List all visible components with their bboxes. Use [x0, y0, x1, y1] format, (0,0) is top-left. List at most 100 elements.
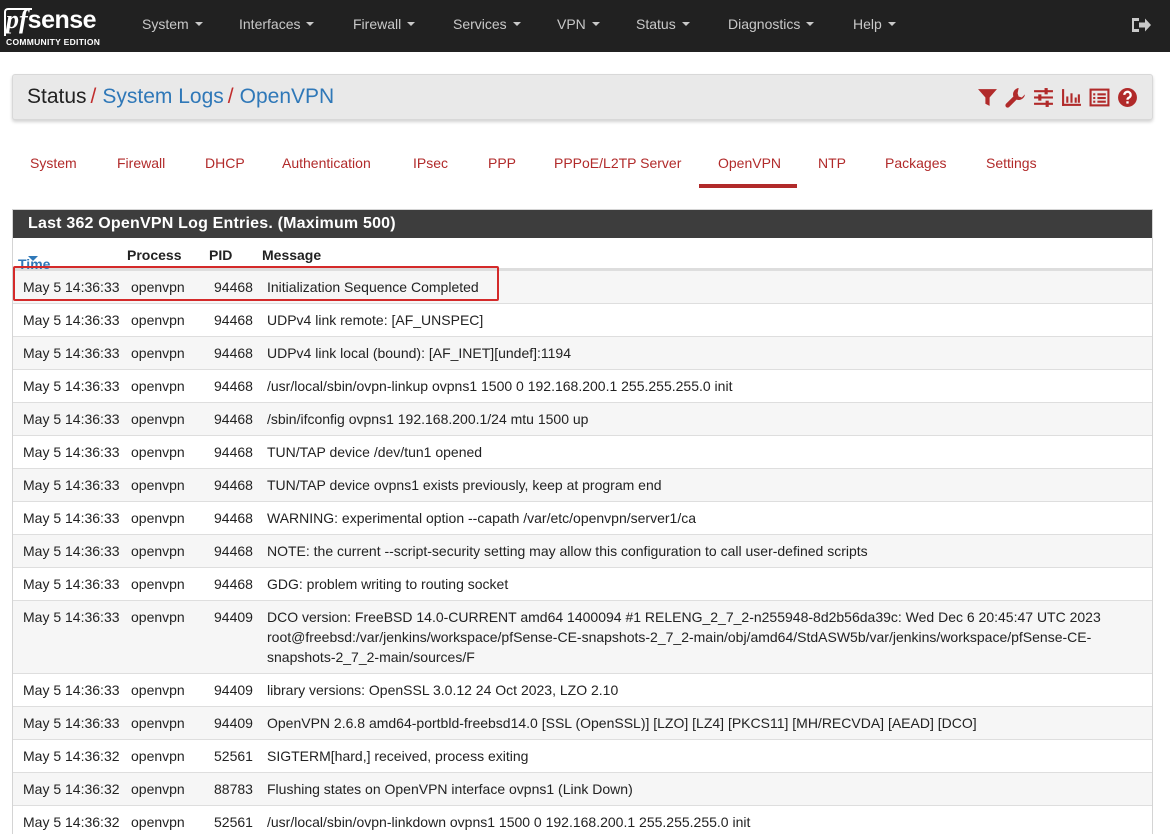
tab-ipsec[interactable]: IPsec [413, 155, 448, 171]
sign-out-icon[interactable] [1130, 14, 1152, 36]
nav-label: Diagnostics [728, 16, 801, 32]
log-cell-process: openvpn [131, 748, 185, 764]
log-cell-process: openvpn [131, 312, 185, 328]
column-header-process: Process [127, 247, 182, 263]
log-cell-time: May 5 14:36:33 [23, 715, 120, 731]
log-cell-message: Flushing states on OpenVPN interface ovp… [267, 781, 633, 797]
log-cell-process: openvpn [131, 345, 185, 361]
log-cell-time: May 5 14:36:33 [23, 576, 120, 592]
log-cell-message: UDPv4 link local (bound): [AF_INET][unde… [267, 345, 572, 361]
tab-ppp[interactable]: PPP [488, 155, 516, 171]
pfsense-logo[interactable]: pf sense COMMUNITY EDITION [4, 5, 116, 49]
caret-down-icon [887, 22, 896, 27]
log-row: May 5 14:36:33 openvpn 94468 TUN/TAP device… [13, 435, 1152, 468]
tab-ntp[interactable]: NTP [818, 155, 846, 171]
nav-menu-help[interactable]: Help [853, 0, 896, 52]
breadcrumb-separator: / [90, 85, 97, 108]
log-cell-message: library versions: OpenSSL 3.0.12 24 Oct … [267, 682, 619, 698]
bar-chart-icon[interactable] [1061, 87, 1082, 108]
list-icon[interactable] [1089, 87, 1110, 108]
log-panel-heading: Last 362 OpenVPN Log Entries. (Maximum 5… [13, 210, 1152, 238]
log-cell-process: openvpn [131, 378, 185, 394]
tab-firewall[interactable]: Firewall [117, 155, 165, 171]
log-cell-time: May 5 14:36:33 [23, 411, 120, 427]
sliders-icon[interactable] [1033, 87, 1054, 108]
breadcrumb: Status / System Logs / OpenVPN [27, 75, 334, 119]
log-cell-pid: 94468 [214, 378, 253, 394]
log-cell-pid: 94468 [214, 345, 253, 361]
nav-menu-services[interactable]: Services [453, 0, 521, 52]
log-cell-time: May 5 14:36:33 [23, 477, 120, 493]
nav-menu-status[interactable]: Status [636, 0, 690, 52]
log-row: May 5 14:36:33 openvpn 94409 OpenVPN 2.6.8 … [13, 706, 1152, 739]
log-cell-pid: 94409 [214, 609, 253, 625]
log-cell-pid: 94468 [214, 477, 253, 493]
tab-packages[interactable]: Packages [885, 155, 946, 171]
log-cell-process: openvpn [131, 576, 185, 592]
log-row: May 5 14:36:33 openvpn 94409 DCO version: F… [13, 600, 1152, 673]
log-cell-process: openvpn [131, 814, 185, 830]
log-cell-time: May 5 14:36:32 [23, 748, 120, 764]
tab-pppoe-l2tp-server[interactable]: PPPoE/L2TP Server [554, 155, 681, 171]
column-header-pid: PID [209, 247, 233, 263]
column-header-message: Message [262, 247, 322, 263]
log-cell-pid: 94468 [214, 312, 253, 328]
log-cell-pid: 94468 [214, 543, 253, 559]
logo-edition-text: COMMUNITY EDITION [6, 37, 101, 47]
log-cell-time: May 5 14:36:33 [23, 279, 120, 295]
log-cell-pid: 94468 [214, 411, 253, 427]
log-cell-process: openvpn [131, 279, 185, 295]
tab-authentication[interactable]: Authentication [282, 155, 371, 171]
top-navbar: pf sense COMMUNITY EDITION System Interfa… [0, 0, 1170, 52]
wrench-icon[interactable] [1005, 87, 1026, 108]
log-cell-time: May 5 14:36:33 [23, 345, 120, 361]
log-cell-message: OpenVPN 2.6.8 amd64-portbld-freebsd14.0 … [267, 715, 977, 731]
log-row: May 5 14:36:33 openvpn 94468/usr/local/sbi… [13, 369, 1152, 402]
log-cell-time: May 5 14:36:33 [23, 510, 120, 526]
log-cell-time: May 5 14:36:33 [23, 378, 120, 394]
log-row: May 5 14:36:33 openvpn 94468 TUN/TAP device… [13, 468, 1152, 501]
log-cell-process: openvpn [131, 609, 185, 625]
nav-menu-firewall[interactable]: Firewall [353, 0, 416, 52]
filter-icon[interactable] [977, 87, 998, 108]
nav-label: Interfaces [239, 16, 301, 32]
nav-menu-interfaces[interactable]: Interfaces [239, 0, 315, 52]
question-circle-icon[interactable] [1117, 87, 1138, 108]
log-row: May 5 14:36:32 openvpn 52561 SIGTERM[hard,]… [13, 739, 1152, 772]
log-cell-process: openvpn [131, 510, 185, 526]
tab-openvpn[interactable]: OpenVPN [718, 155, 781, 171]
log-cell-message: GDG: problem writing to routing socket [267, 576, 509, 592]
log-row: May 5 14:36:33 openvpn 94468 UDPv4 link loc… [13, 336, 1152, 369]
breadcrumb-separator: / [227, 85, 234, 108]
log-cell-time: May 5 14:36:32 [23, 781, 120, 797]
log-cell-message: SIGTERM[hard,] received, process exiting [267, 748, 529, 764]
log-cell-message: /sbin/ifconfig ovpns1 192.168.200.1/24 m… [267, 411, 589, 427]
tab-settings[interactable]: Settings [986, 155, 1037, 171]
log-cell-message: /usr/local/sbin/ovpn-linkdown ovpns1 150… [267, 814, 751, 830]
log-cell-time: May 5 14:36:33 [23, 312, 120, 328]
log-row: May 5 14:36:33 openvpn 94409 library versio… [13, 673, 1152, 706]
log-cell-time: May 5 14:36:33 [23, 609, 120, 625]
log-cell-time: May 5 14:36:33 [23, 444, 120, 460]
tab-dhcp[interactable]: DHCP [205, 155, 245, 171]
log-cell-process: openvpn [131, 682, 185, 698]
breadcrumb-system-logs-link[interactable]: System Logs [102, 85, 223, 108]
log-cell-pid: 94468 [214, 510, 253, 526]
log-cell-pid: 94468 [214, 576, 253, 592]
log-cell-message: UDPv4 link remote: [AF_UNSPEC] [267, 312, 484, 328]
log-cell-time: May 5 14:36:33 [23, 682, 120, 698]
log-cell-pid: 94468 [214, 444, 253, 460]
breadcrumb-openvpn-link[interactable]: OpenVPN [240, 85, 335, 108]
log-cell-process: openvpn [131, 781, 185, 797]
log-row: May 5 14:36:33 openvpn 94468 Initialization… [13, 270, 1152, 303]
nav-label: VPN [557, 16, 586, 32]
nav-menu-diagnostics[interactable]: Diagnostics [728, 0, 815, 52]
tab-system[interactable]: System [30, 155, 77, 171]
log-panel: Last 362 OpenVPN Log Entries. (Maximum 5… [12, 209, 1153, 834]
log-row: May 5 14:36:33 openvpn 94468 UDPv4 link rem… [13, 303, 1152, 336]
nav-menu-vpn[interactable]: VPN [557, 0, 600, 52]
nav-menu-system[interactable]: System [142, 0, 203, 52]
caret-down-icon [306, 22, 315, 27]
log-row: May 5 14:36:33 openvpn 94468/sbin/ifconfig… [13, 402, 1152, 435]
log-cell-process: openvpn [131, 543, 185, 559]
